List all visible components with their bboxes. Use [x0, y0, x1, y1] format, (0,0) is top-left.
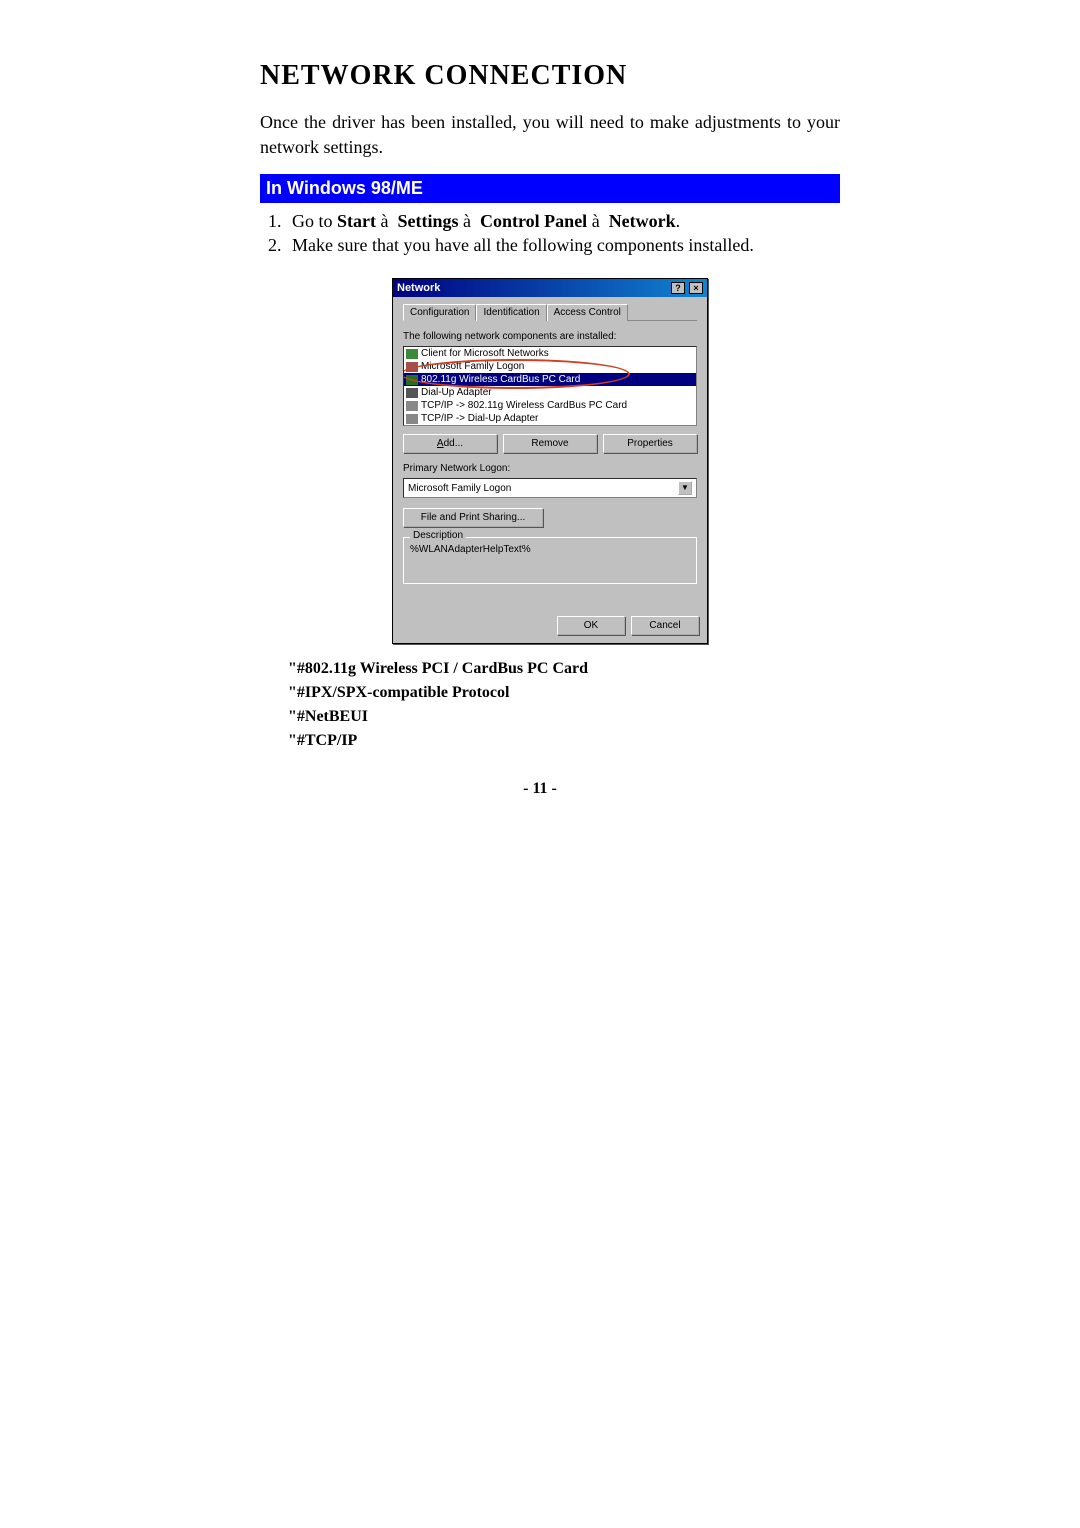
intro-text: Once the driver has been installed, you …	[260, 110, 840, 160]
list-item: "#IPX/SPX-compatible Protocol	[288, 684, 840, 702]
components-listbox[interactable]: Client for Microsoft Networks Microsoft …	[403, 346, 697, 426]
logon-select[interactable]: Microsoft Family Logon ▼	[403, 478, 697, 498]
step-1: Go to Start à Settings à Control Panel à…	[286, 211, 840, 232]
required-components-list: "#802.11g Wireless PCI / CardBus PC Card…	[288, 660, 840, 750]
list-item: "#NetBEUI	[288, 708, 840, 726]
help-icon[interactable]: ?	[671, 282, 685, 294]
cancel-button[interactable]: Cancel	[631, 616, 699, 635]
network-dialog: Network ? × Configuration Identification…	[392, 278, 708, 644]
list-item: "#802.11g Wireless PCI / CardBus PC Card	[288, 660, 840, 678]
remove-button[interactable]: Remove	[503, 434, 597, 453]
add-button[interactable]: Add...	[403, 434, 497, 453]
dialog-title: Network	[397, 282, 440, 294]
dialog-titlebar: Network ? ×	[393, 279, 707, 297]
list-item: "#TCP/IP	[288, 732, 840, 750]
components-label: The following network components are ins…	[403, 331, 697, 342]
chevron-down-icon[interactable]: ▼	[678, 481, 692, 495]
ok-button[interactable]: OK	[557, 616, 625, 635]
tab-identification[interactable]: Identification	[476, 304, 546, 321]
description-group: Description %WLANAdapterHelpText%	[403, 537, 697, 584]
tab-configuration[interactable]: Configuration	[403, 304, 476, 321]
description-text: %WLANAdapterHelpText%	[410, 544, 690, 555]
properties-button[interactable]: Properties	[603, 434, 697, 453]
page-title: NETWORK CONNECTION	[260, 60, 840, 92]
logon-label: Primary Network Logon:	[403, 463, 697, 474]
file-print-sharing-button[interactable]: File and Print Sharing...	[403, 508, 543, 527]
close-icon[interactable]: ×	[689, 282, 703, 294]
page-number: - 11 -	[0, 780, 1080, 798]
step-2: Make sure that you have all the followin…	[286, 235, 840, 256]
section-header: In Windows 98/ME	[260, 174, 840, 203]
tab-access-control[interactable]: Access Control	[547, 304, 628, 321]
